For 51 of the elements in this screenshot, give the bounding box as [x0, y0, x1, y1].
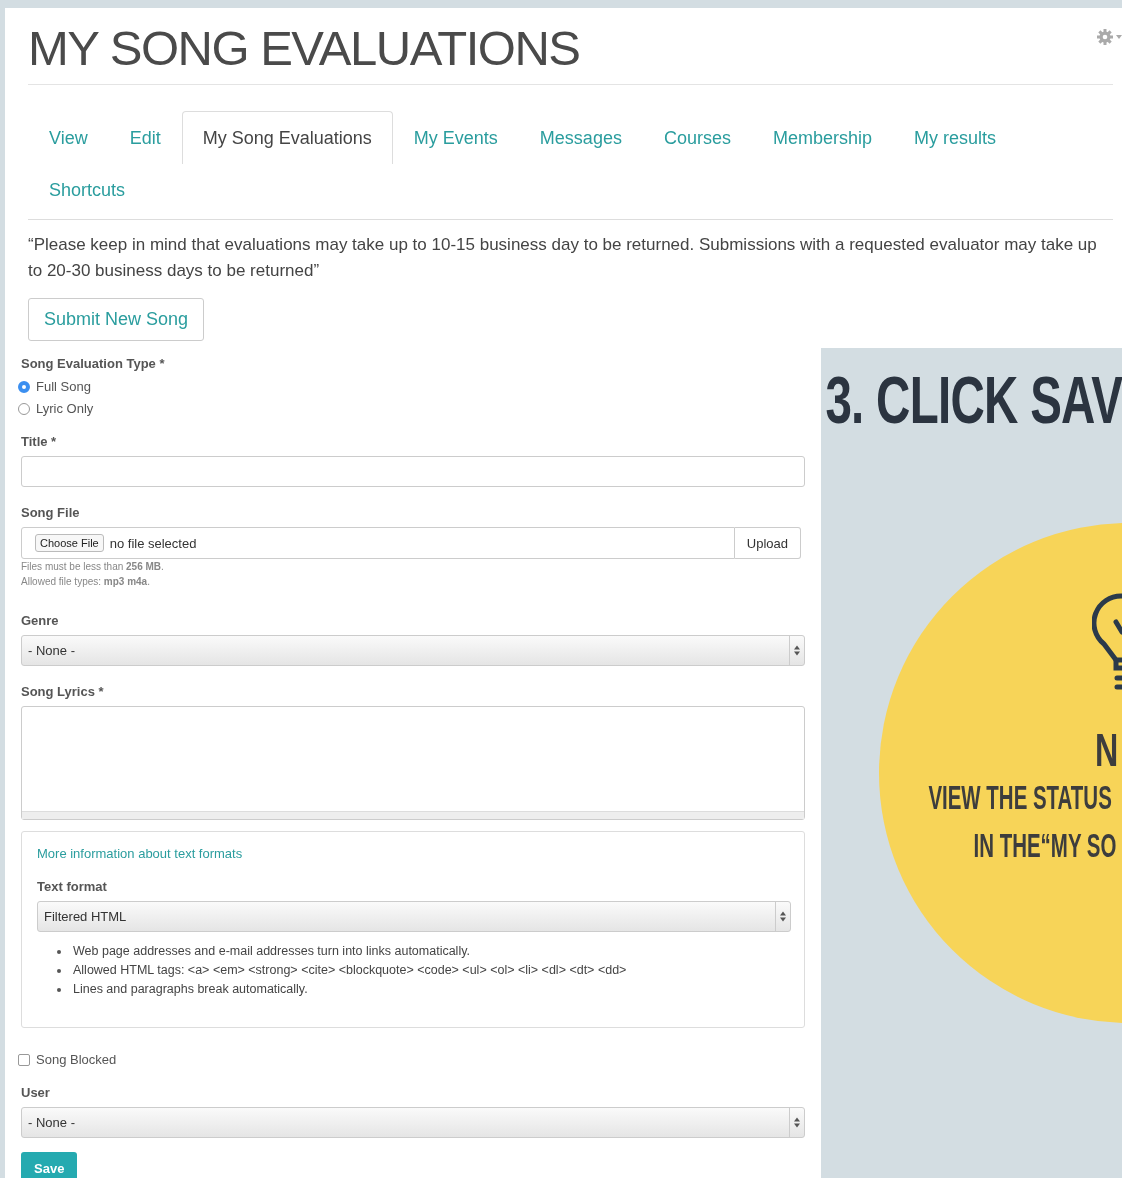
- note-title: N: [1094, 726, 1118, 774]
- dropdown-arrows-icon: [789, 636, 800, 665]
- field-label: User: [21, 1085, 51, 1101]
- submit-new-song-button[interactable]: Submit New Song: [28, 298, 205, 341]
- tab[interactable]: My Song Evaluations: [181, 111, 393, 164]
- field-label: Song File: [21, 505, 81, 521]
- tab[interactable]: My results: [893, 111, 1017, 164]
- tab[interactable]: Courses: [642, 111, 752, 164]
- format-tip-text: Web page addresses and e-mail addresses turn into links automatically.: [73, 943, 470, 960]
- field-label: Text format: [37, 879, 108, 895]
- help-text: Allowed file types: mp3 m4a.: [21, 575, 151, 589]
- dropdown-arrows-icon: [775, 902, 786, 931]
- bullet-icon: [57, 949, 61, 954]
- text-format-select[interactable]: Filtered HTML: [37, 901, 791, 932]
- bullet-icon: [57, 987, 61, 992]
- radio-label[interactable]: Lyric Only: [36, 401, 94, 416]
- bullet-icon: [57, 968, 61, 973]
- tab[interactable]: View: [28, 111, 109, 164]
- file-status-text: no file selected: [109, 535, 197, 551]
- checkbox-label[interactable]: Song Blocked: [36, 1052, 117, 1067]
- checkbox[interactable]: [18, 1053, 30, 1066]
- field-label: Song Lyrics *: [21, 684, 105, 700]
- text-formats-link[interactable]: More information about text formats: [37, 846, 243, 861]
- tab[interactable]: Shortcuts: [28, 164, 147, 219]
- choose-file-button[interactable]: Choose File: [35, 534, 104, 552]
- format-tip-text: Lines and paragraphs break automatically.: [73, 981, 308, 998]
- tab[interactable]: Membership: [751, 111, 893, 164]
- tab[interactable]: Edit: [108, 111, 182, 164]
- step-heading: 3. CLICK SAV: [825, 362, 1122, 438]
- upload-button[interactable]: Upload: [734, 527, 801, 559]
- notice-text: “Please keep in mind that evaluations may take up to 10-15 business day to be returned. Submissions with a requested evaluator may take up to 20-30 business days to be returned”: [28, 234, 1098, 282]
- title-input-field[interactable]: [21, 456, 805, 487]
- field-label: Genre: [21, 613, 60, 629]
- settings-icon[interactable]: [1096, 28, 1122, 46]
- genre-select[interactable]: - None -: [21, 635, 805, 666]
- file-input-field[interactable]: Choose File no file selected: [21, 527, 735, 559]
- field-label: Song Evaluation Type *: [21, 356, 166, 372]
- lyrics-text-area[interactable]: [21, 706, 805, 820]
- tab[interactable]: My Events: [392, 111, 519, 164]
- page-title: MY SONG EVALUATIONS: [28, 20, 580, 76]
- note-text: VIEW THE STATUS: [928, 778, 1112, 818]
- dropdown-arrows-icon: [789, 1108, 800, 1137]
- field-label: Title *: [21, 434, 58, 450]
- help-text: Files must be less than 256 MB.: [21, 560, 165, 574]
- tab[interactable]: Messages: [518, 111, 643, 164]
- user-select[interactable]: - None -: [21, 1107, 805, 1138]
- format-tip-text: Allowed HTML tags: <a> <em> <strong> <cite> <blockquote> <code> <ul> <ol> <li> <dl> <dt> <dd>: [73, 962, 627, 979]
- radio-label[interactable]: Full Song: [36, 379, 91, 394]
- radio-button[interactable]: [18, 380, 30, 393]
- note-text: IN THE“MY SO: [973, 826, 1116, 866]
- save-button[interactable]: Save: [21, 1152, 78, 1178]
